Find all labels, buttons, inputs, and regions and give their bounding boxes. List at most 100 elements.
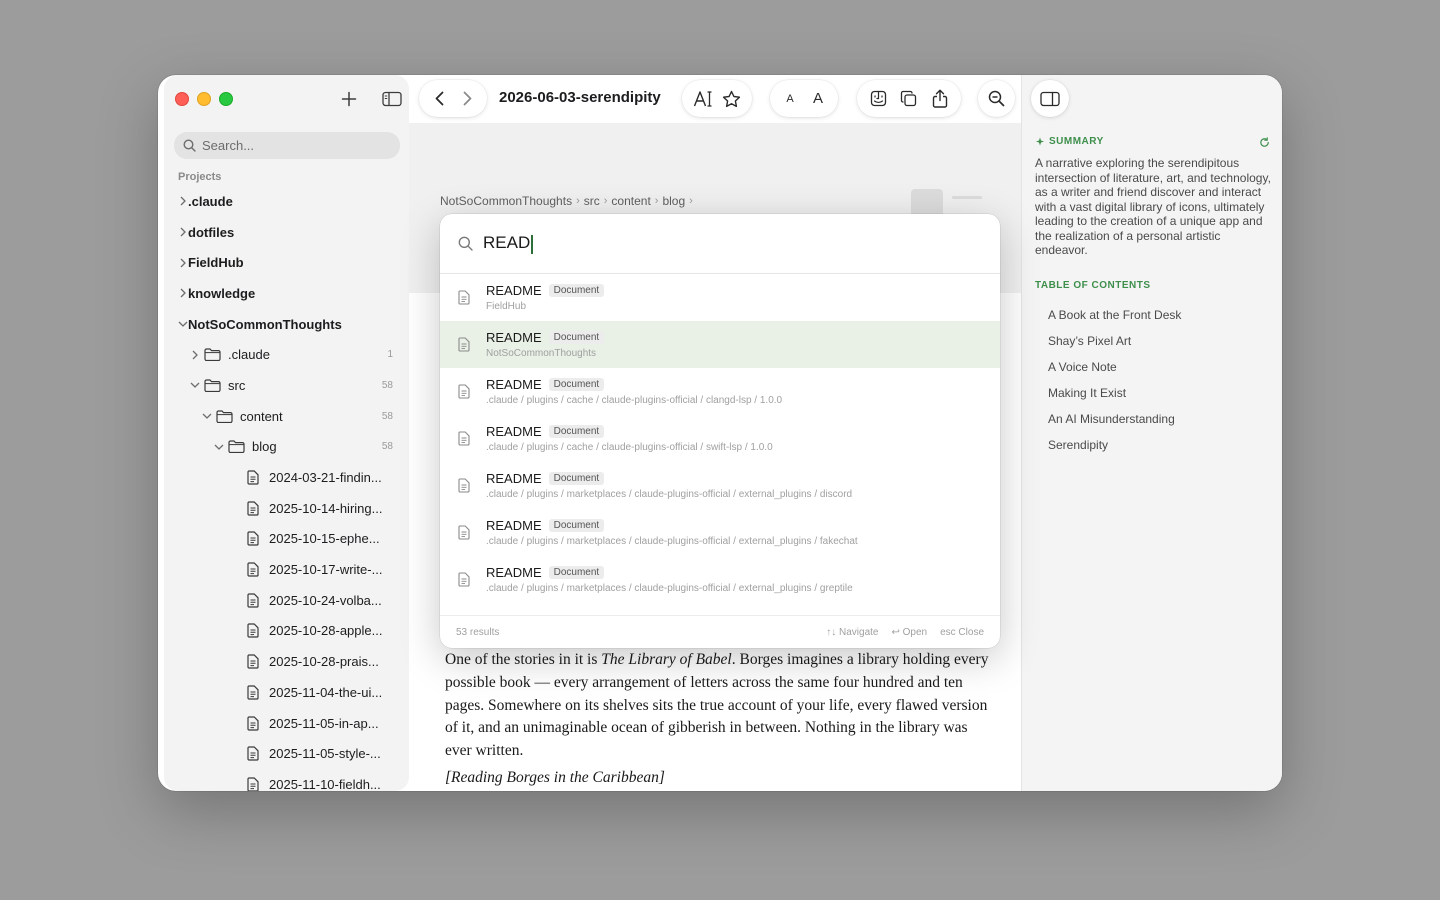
folder-icon [216, 409, 233, 423]
file-item[interactable]: 2025-10-15-ephe... [164, 524, 409, 555]
result-row[interactable]: README Document .claude / plugins / cache … [440, 415, 1000, 462]
copy-button[interactable] [895, 85, 923, 113]
minimize-window-button[interactable] [197, 92, 211, 106]
breadcrumb-item[interactable]: NotSoCommonThoughts [440, 194, 572, 208]
result-row[interactable]: README Document .claude / plugins / market… [440, 462, 1000, 509]
project-label: .claude [188, 193, 233, 209]
share-icon [932, 89, 947, 108]
document-icon [247, 593, 259, 608]
article-body: One of the stories in it is The Library … [445, 649, 997, 790]
share-button[interactable] [926, 85, 954, 113]
increase-font-button[interactable]: A [804, 85, 832, 113]
file-item[interactable]: 2025-10-14-hiring... [164, 493, 409, 524]
file-label: 2024-03-21-findin... [269, 470, 382, 486]
toc-item[interactable]: Making It Exist [1048, 384, 1181, 410]
toc-item[interactable]: Serendipity [1048, 436, 1181, 462]
back-button[interactable] [425, 85, 453, 113]
result-count: 53 results [456, 626, 500, 638]
sidebar-search-input[interactable]: Search... [174, 132, 400, 159]
text-format-button[interactable] [689, 85, 717, 113]
result-path: .claude / plugins / marketplaces / claud… [486, 583, 853, 594]
chevron-right-icon: › [603, 195, 608, 207]
chevron-right-icon[interactable] [178, 225, 188, 239]
chevron-down-icon[interactable] [178, 317, 188, 331]
chevron-down-icon[interactable] [190, 378, 200, 392]
file-item[interactable]: 2024-03-21-findin... [164, 462, 409, 493]
file-item[interactable]: 2025-10-24-volba... [164, 585, 409, 616]
result-row[interactable]: README Document NotSoCommonThoughts [440, 321, 1000, 368]
result-row[interactable]: README Document .claude / plugins / market… [440, 556, 1000, 603]
open-in-finder-button[interactable] [864, 85, 892, 113]
file-label: 2025-10-28-apple... [269, 623, 383, 639]
chevron-right-icon[interactable] [190, 348, 200, 362]
file-item[interactable]: 2025-11-10-fieldh... [164, 769, 409, 791]
breadcrumb-item[interactable]: content [611, 194, 650, 208]
refresh-summary-button[interactable] [1259, 135, 1270, 153]
project-label: NotSoCommonThoughts [188, 316, 342, 332]
favorite-button[interactable] [718, 85, 746, 113]
new-item-button[interactable] [336, 87, 362, 111]
toc-heading: TABLE OF CONTENTS [1035, 280, 1151, 291]
result-path: .claude / plugins / cache / claude-plugi… [486, 395, 783, 406]
result-type-badge: Document [548, 519, 605, 532]
chevron-right-icon[interactable] [178, 194, 188, 208]
palette-query[interactable]: READ [483, 233, 533, 254]
item-count: 58 [381, 441, 393, 453]
project-item-dotfiles[interactable]: dotfiles [164, 217, 409, 248]
file-item[interactable]: 2025-11-04-the-ui... [164, 677, 409, 708]
close-window-button[interactable] [175, 92, 189, 106]
toggle-sidebar-button[interactable] [379, 87, 405, 111]
summary-text: A narrative exploring the serendipitous … [1035, 156, 1271, 257]
chevron-down-icon[interactable] [202, 409, 212, 423]
project-item-notsocommonthoughts[interactable]: NotSoCommonThoughts [164, 309, 409, 340]
folder-item-src[interactable]: src 58 [164, 370, 409, 401]
decrease-font-button[interactable]: A [776, 85, 804, 113]
folder-item-content[interactable]: content 58 [164, 401, 409, 432]
result-path: .claude / plugins / marketplaces / claud… [486, 489, 853, 500]
breadcrumb-item[interactable]: src [584, 194, 600, 208]
zoom-group [978, 80, 1015, 117]
inspector-panel: SUMMARY A narrative exploring the serend… [1021, 75, 1282, 791]
result-row[interactable]: README Document .claude / plugins / market… [440, 509, 1000, 556]
folder-icon [204, 378, 221, 392]
zoom-button[interactable] [983, 85, 1011, 113]
toc-item[interactable]: Shay’s Pixel Art [1048, 332, 1181, 358]
zoom-window-button[interactable] [219, 92, 233, 106]
toggle-inspector-button[interactable] [1036, 85, 1064, 113]
folder-item-blog[interactable]: blog 58 [164, 432, 409, 463]
breadcrumb-item[interactable]: blog [662, 194, 685, 208]
actions-group [857, 80, 961, 117]
palette-search-field[interactable]: READ [440, 214, 1000, 274]
file-item[interactable]: 2025-11-05-in-ap... [164, 708, 409, 739]
image-caption: [Reading Borges in the Caribbean] [445, 768, 665, 786]
project-item-fieldhub[interactable]: FieldHub [164, 247, 409, 278]
result-name: README [486, 424, 542, 439]
folder-item-claude[interactable]: .claude 1 [164, 339, 409, 370]
project-item-knowledge[interactable]: knowledge [164, 278, 409, 309]
toc-item[interactable]: A Book at the Front Desk [1048, 306, 1181, 332]
project-item-claude[interactable]: .claude [164, 186, 409, 217]
document-title: 2026-06-03-serendipity [499, 89, 661, 106]
result-type-badge: Document [548, 425, 605, 438]
chevron-right-icon[interactable] [178, 256, 188, 270]
file-item[interactable]: 2025-10-28-apple... [164, 616, 409, 647]
result-row[interactable]: README Document FieldHub [440, 274, 1000, 321]
document-icon [458, 384, 470, 399]
sparkle-icon [1036, 137, 1044, 145]
document-icon [247, 531, 259, 547]
chevron-left-icon [435, 91, 443, 106]
projects-section-label: Projects [178, 171, 222, 183]
file-item[interactable]: 2025-10-28-prais... [164, 646, 409, 677]
project-label: knowledge [188, 285, 256, 301]
folder-label: blog [252, 439, 277, 455]
file-label: 2025-10-28-prais... [269, 654, 379, 670]
chevron-right-icon[interactable] [178, 286, 188, 300]
file-item[interactable]: 2025-10-17-write-... [164, 554, 409, 585]
toc-item[interactable]: An AI Misunderstanding [1048, 410, 1181, 436]
result-row[interactable]: README Document .claude / plugins / cache … [440, 368, 1000, 415]
forward-button[interactable] [453, 85, 481, 113]
file-item[interactable]: 2025-11-05-style-... [164, 738, 409, 769]
placeholder-thumbnail [911, 189, 943, 217]
chevron-down-icon[interactable] [214, 440, 224, 454]
toc-item[interactable]: A Voice Note [1048, 358, 1181, 384]
